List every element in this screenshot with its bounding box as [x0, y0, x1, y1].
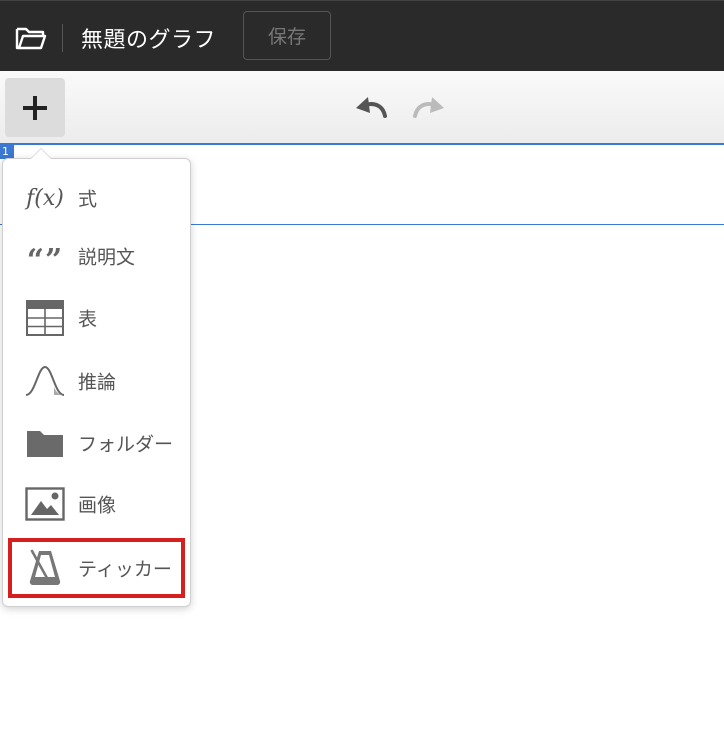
menu-item-label: 推論 [78, 371, 117, 394]
metronome-icon [25, 548, 65, 588]
expression-toolbar [0, 71, 724, 145]
quote-icon: “” [26, 243, 64, 278]
table-icon [25, 298, 65, 338]
header-divider [62, 24, 63, 52]
top-bar: 無題のグラフ 保存 [0, 0, 724, 71]
fx-icon: f(x) [26, 185, 64, 211]
menu-item-label: 画像 [78, 494, 117, 517]
menu-item-ticker[interactable]: ティッカー [3, 539, 190, 597]
menu-item-folder[interactable]: フォルダー [3, 414, 190, 472]
menu-item-label: 表 [78, 308, 98, 331]
undo-button[interactable] [353, 94, 389, 122]
expression-index: 1 [0, 145, 14, 159]
redo-button[interactable] [411, 94, 447, 122]
distribution-curve-icon [25, 361, 65, 401]
menu-item-label: フォルダー [78, 433, 174, 456]
image-icon [25, 484, 65, 524]
add-item-button[interactable] [5, 78, 65, 137]
menu-item-label: 説明文 [78, 246, 136, 269]
menu-item-note[interactable]: “” 説明文 [3, 227, 190, 285]
menu-caret [30, 148, 52, 159]
menu-item-label: 式 [78, 188, 98, 211]
menu-item-expression[interactable]: f(x) 式 [3, 169, 190, 227]
menu-item-table[interactable]: 表 [3, 289, 190, 347]
open-graph-folder-icon[interactable] [14, 23, 48, 53]
menu-item-label: ティッカー [78, 558, 172, 581]
redo-icon [413, 97, 444, 118]
menu-item-inference[interactable]: 推論 [3, 352, 190, 410]
folder-icon [25, 423, 65, 463]
graph-title[interactable]: 無題のグラフ [81, 22, 216, 54]
undo-icon [356, 97, 387, 118]
menu-item-image[interactable]: 画像 [3, 475, 190, 533]
plus-icon [23, 95, 47, 120]
add-item-menu: f(x) 式 “” 説明文 表 推論 フォルダー 画像 ティッカー [2, 148, 191, 607]
save-button[interactable]: 保存 [243, 11, 331, 60]
